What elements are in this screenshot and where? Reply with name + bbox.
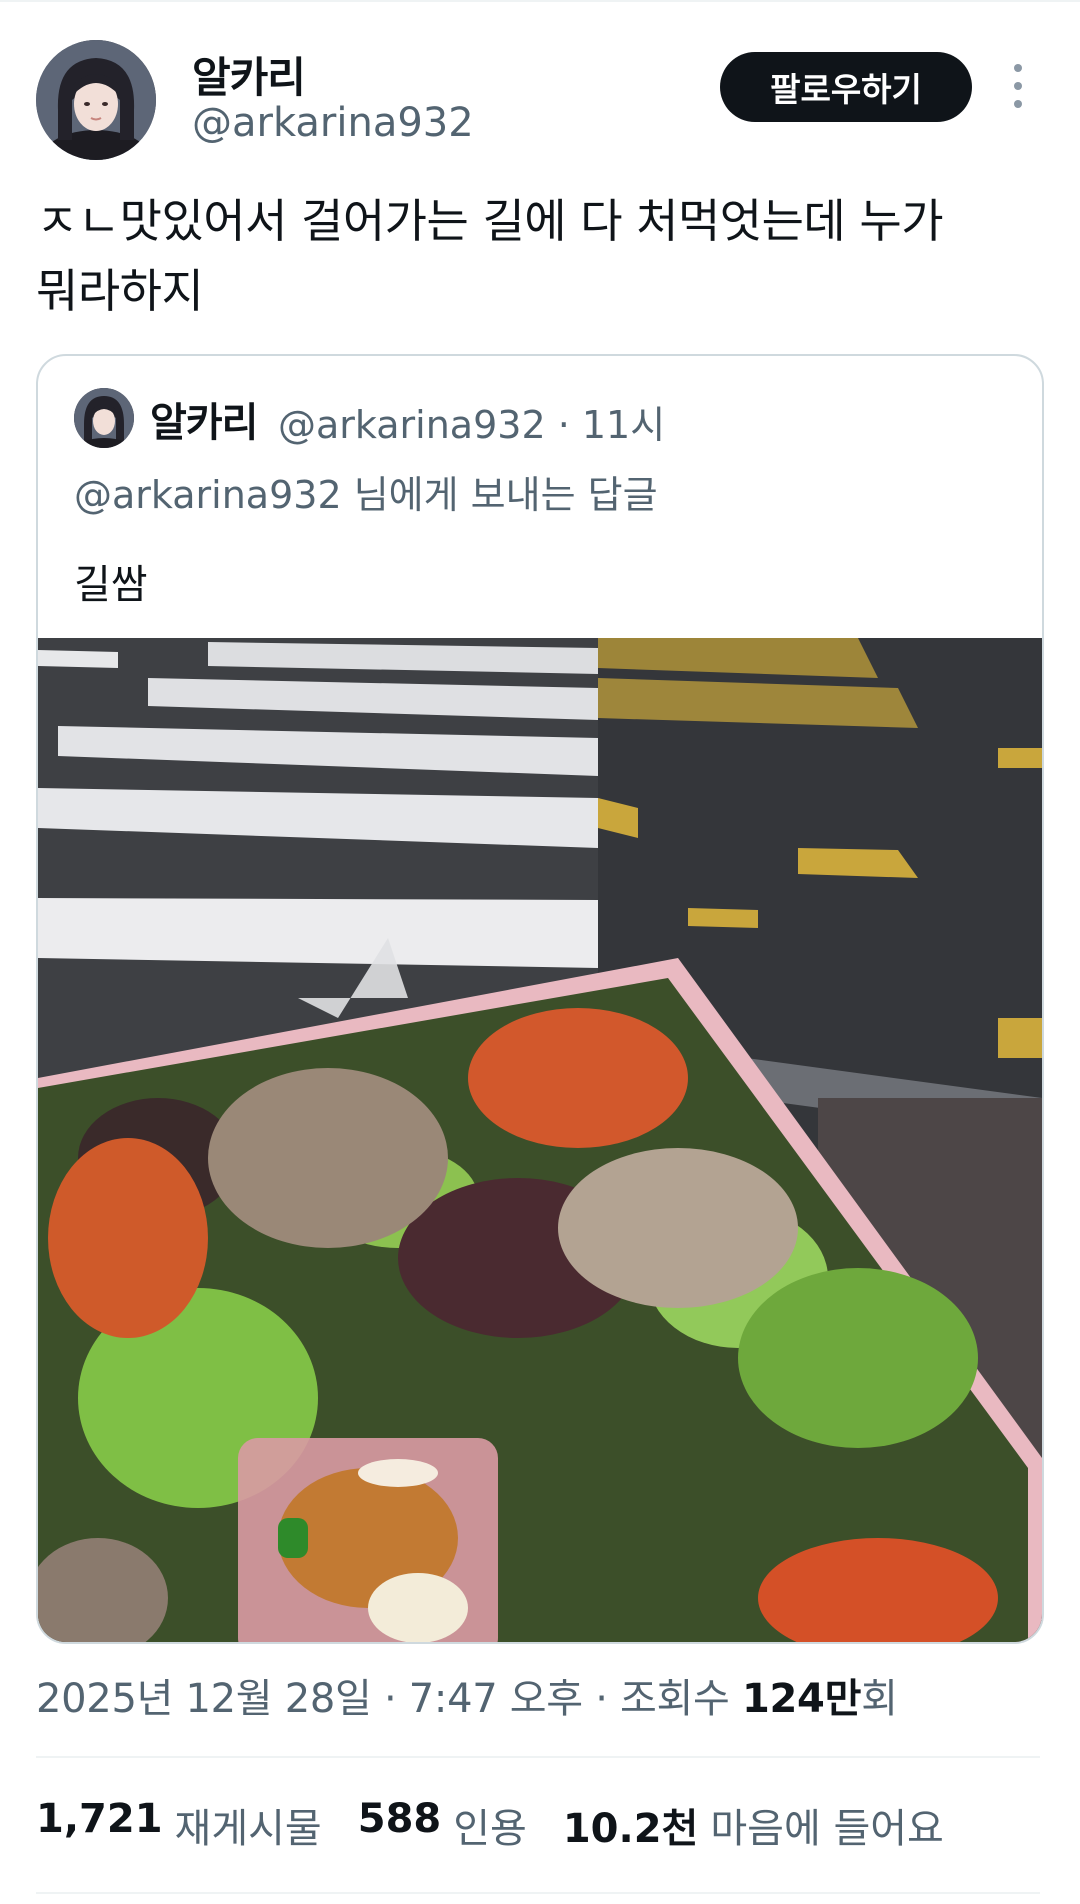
- follow-button[interactable]: 팔로우하기: [720, 52, 972, 122]
- retweets-label: 재게시물: [174, 1806, 322, 1852]
- quoted-tweet-card[interactable]: 알카리 @arkarina932 · 11시 @arkarina932 님에게 …: [36, 354, 1044, 1644]
- engagement-stats: 1,721 재게시물 588 인용 10.2천 마음에 들어요: [36, 1796, 944, 1854]
- tweet-text: ㅈㄴ맛있어서 걸어가는 길에 다 처먹엇는데 누가 뭐라하지: [36, 194, 944, 318]
- retweets-count: 1,721: [36, 1796, 163, 1842]
- likes-count: 10.2천: [562, 1806, 699, 1852]
- quoted-author-avatar: [74, 388, 134, 448]
- divider: [36, 1756, 1040, 1758]
- view-count: 124만: [741, 1676, 862, 1722]
- likes-stat[interactable]: 10.2천 마음에 들어요: [563, 1796, 944, 1854]
- post-date-time: 2025년 12월 28일 · 7:47 오후 · 조회수: [36, 1676, 742, 1722]
- quoted-author-name: 알카리: [150, 400, 258, 446]
- retweets-stat[interactable]: 1,721 재게시물: [36, 1796, 322, 1854]
- quoted-tweet-photo[interactable]: [38, 638, 1042, 1642]
- dot: [1014, 64, 1022, 72]
- quotes-label: 인용: [453, 1806, 527, 1852]
- divider: [36, 1892, 1040, 1894]
- reply-to-label: @arkarina932 님에게 보내는 답글: [74, 473, 658, 517]
- author-display-name[interactable]: 알카리: [192, 44, 306, 105]
- avatar-image: [36, 40, 156, 160]
- quotes-count: 588: [357, 1796, 442, 1842]
- dot: [1014, 100, 1022, 108]
- post-meta-line: 2025년 12월 28일 · 7:47 오후 · 조회수 124만회: [36, 1666, 898, 1724]
- photo-image: [38, 638, 1042, 1642]
- quoted-tweet-text: 길쌈: [74, 562, 148, 608]
- avatar-image: [74, 388, 134, 448]
- author-avatar[interactable]: [36, 40, 156, 160]
- likes-label: 마음에 들어요: [710, 1806, 944, 1852]
- view-count-suffix: 회: [861, 1676, 898, 1722]
- dot: [1014, 82, 1022, 90]
- author-handle[interactable]: @arkarina932: [192, 100, 474, 146]
- more-vertical-icon[interactable]: [1006, 64, 1030, 108]
- quoted-handle-and-time: @arkarina932 · 11시: [278, 403, 666, 447]
- quotes-stat[interactable]: 588 인용: [358, 1796, 527, 1854]
- top-divider: [0, 0, 1080, 2]
